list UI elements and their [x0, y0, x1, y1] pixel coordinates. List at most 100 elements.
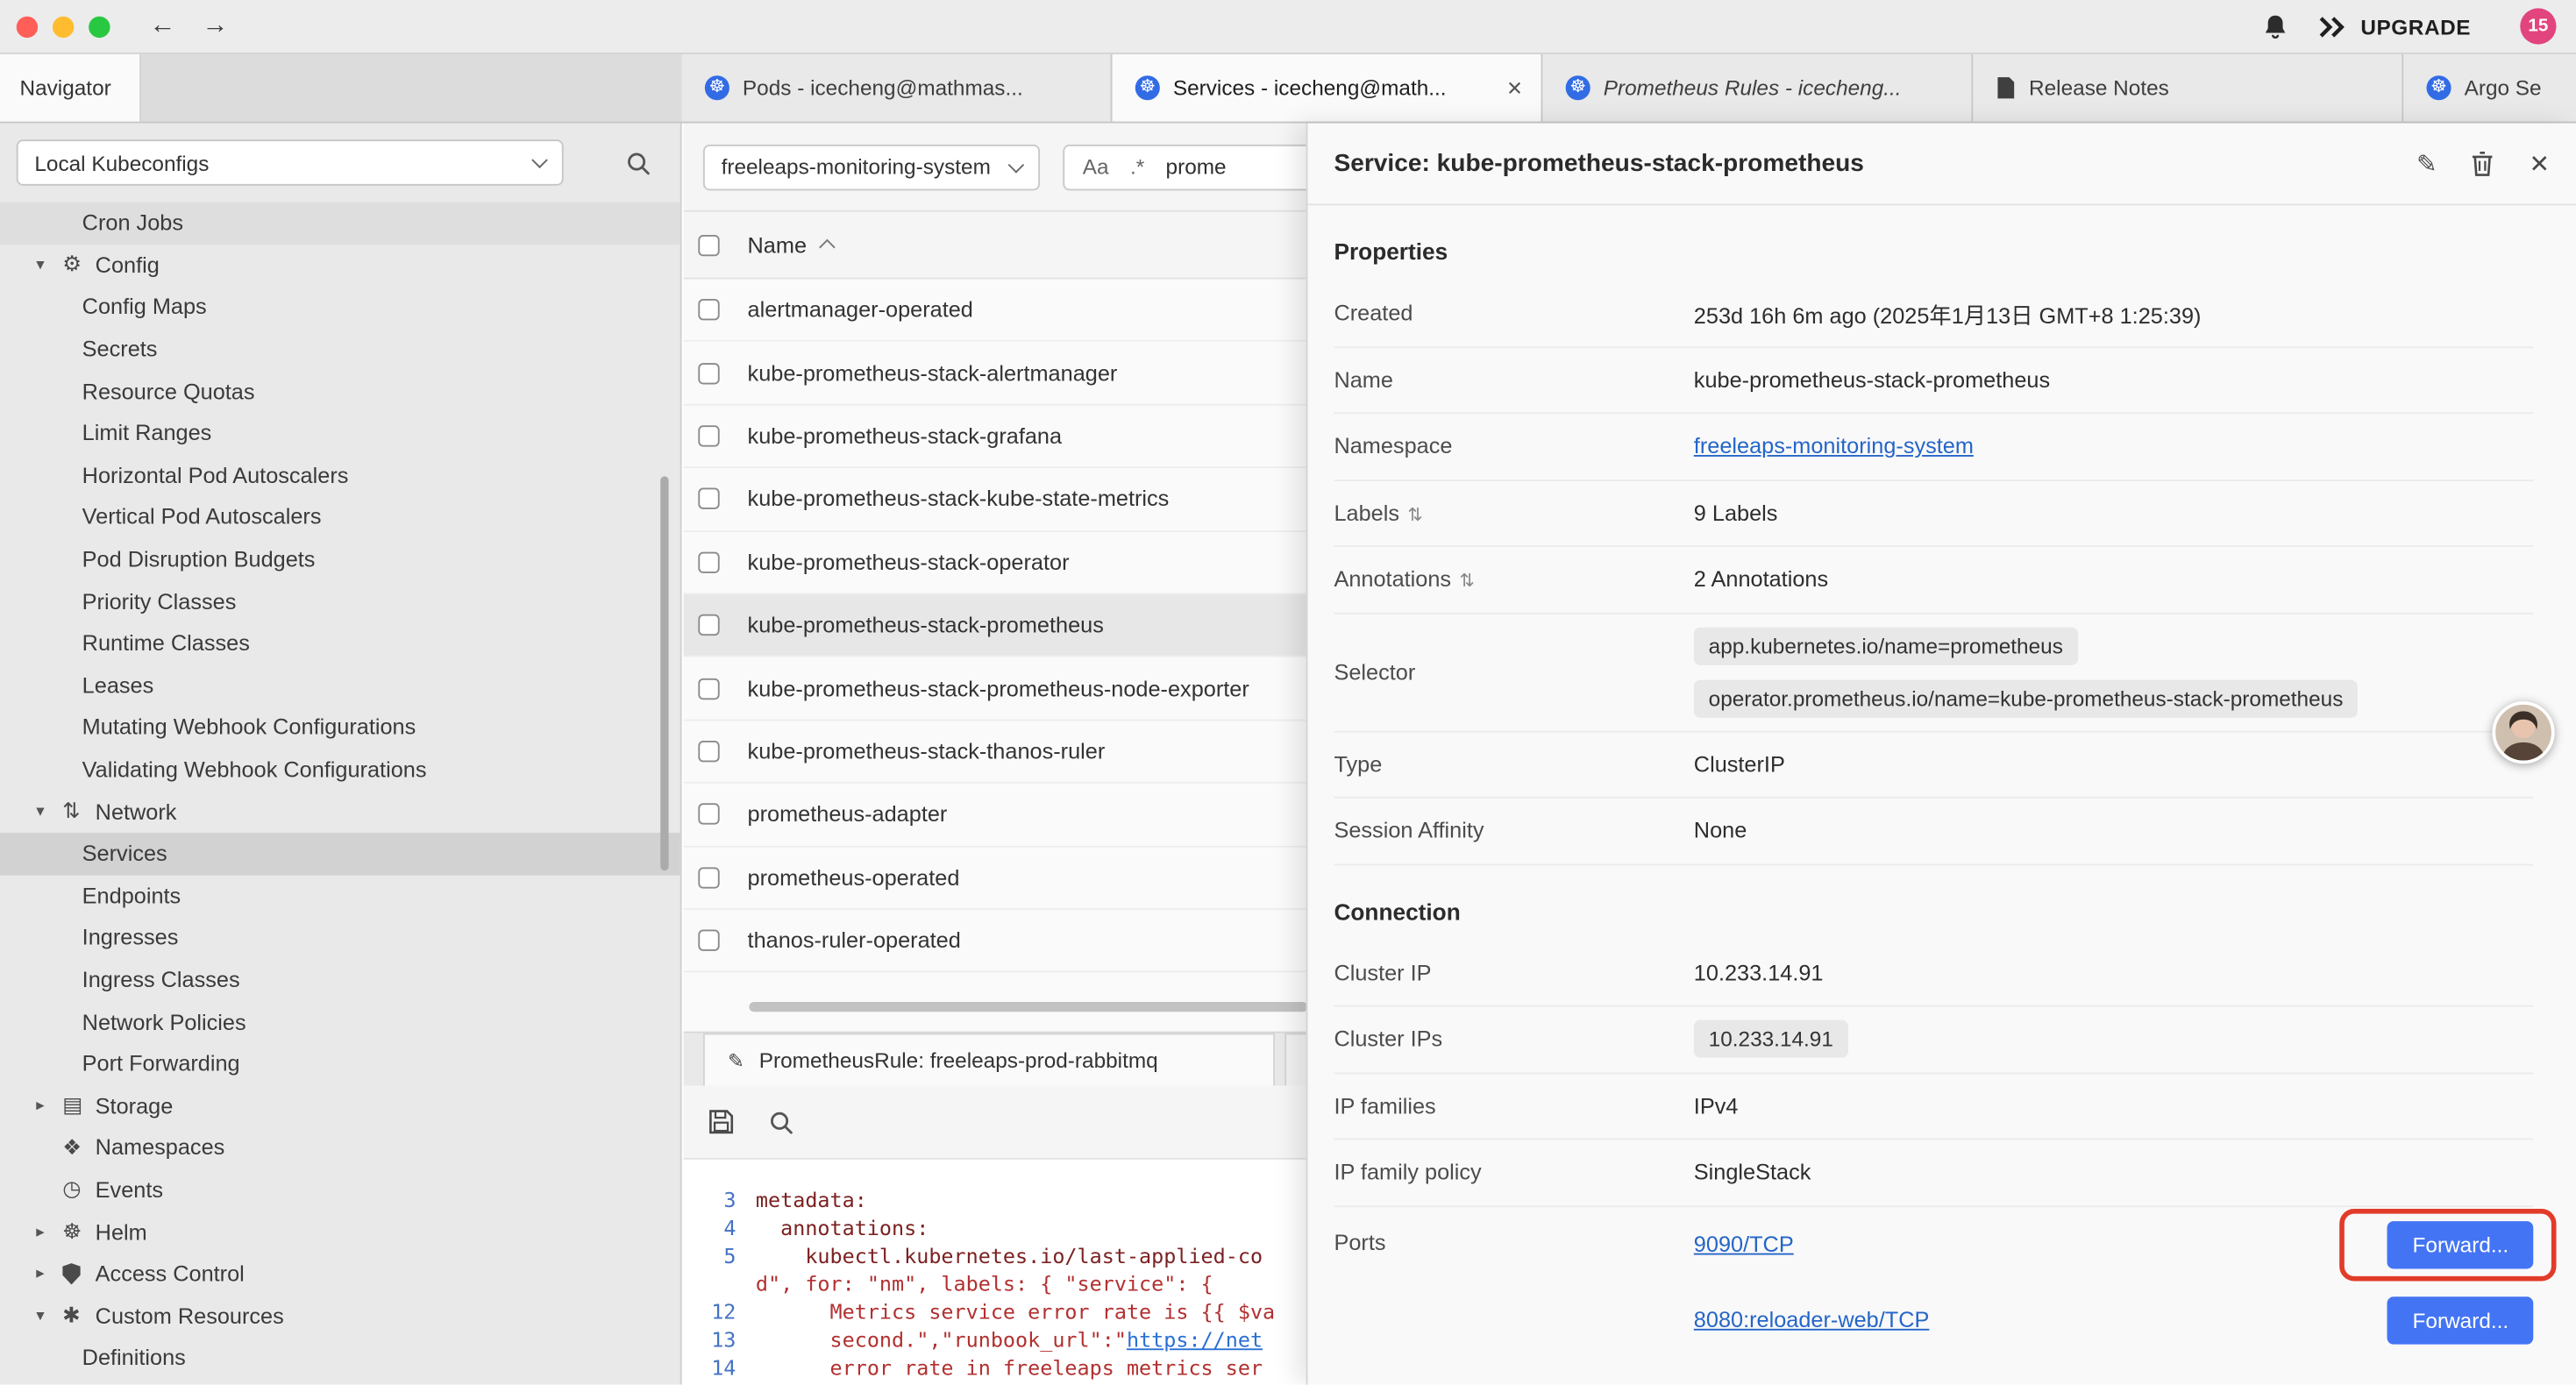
sidebar-item-runtime-classes[interactable]: Runtime Classes: [0, 622, 680, 664]
tab-prometheus-rules-icecheng[interactable]: ☸Prometheus Rules - icecheng...: [1542, 54, 1973, 122]
sidebar-item-port-forwarding[interactable]: Port Forwarding: [0, 1043, 680, 1085]
upgrade-button[interactable]: UPGRADE: [2318, 14, 2471, 39]
row-checkbox[interactable]: [698, 299, 719, 320]
sidebar-item-namespaces[interactable]: ❖Namespaces: [0, 1126, 680, 1168]
chevron-right-icon[interactable]: ▸: [36, 1223, 62, 1241]
sidebar-item-network[interactable]: ▾⇅Network: [0, 791, 680, 833]
sidebar-item-horizontal-pod-autoscalers[interactable]: Horizontal Pod Autoscalers: [0, 454, 680, 496]
close-window-button[interactable]: [17, 16, 38, 37]
chevron-right-icon[interactable]: ▸: [36, 1097, 62, 1115]
sort-toggle-icon[interactable]: ⇅: [1459, 572, 1474, 592]
notifications-bell-icon[interactable]: [2262, 12, 2288, 40]
close-icon[interactable]: ✕: [1506, 76, 1523, 99]
namespace-link[interactable]: freeleaps-monitoring-system: [1694, 434, 1974, 458]
sidebar-search-icon[interactable]: [626, 150, 651, 174]
row-checkbox[interactable]: [698, 614, 719, 636]
sidebar-item-label: Network: [96, 799, 177, 824]
detail-value: SingleStack: [1694, 1160, 2533, 1184]
tab-pods-icecheng-mathmas[interactable]: ☸Pods - icecheng@mathmas...: [682, 54, 1113, 122]
sidebar-item-ingress-classes[interactable]: Ingress Classes: [0, 959, 680, 1001]
row-checkbox[interactable]: [698, 488, 719, 509]
drawer-title: Service: kube-prometheus-stack-prometheu…: [1334, 150, 1863, 178]
sidebar-item-vertical-pod-autoscalers[interactable]: Vertical Pod Autoscalers: [0, 496, 680, 538]
save-icon[interactable]: [708, 1109, 735, 1135]
sidebar-item-config[interactable]: ▾⚙Config: [0, 244, 680, 286]
tab-argo-se[interactable]: ☸Argo Se: [2403, 54, 2576, 122]
chevron-down-icon[interactable]: ▾: [36, 803, 62, 821]
tab-release-notes[interactable]: Release Notes: [1973, 54, 2403, 122]
select-all-checkbox[interactable]: [698, 234, 719, 255]
maximize-window-button[interactable]: [89, 16, 110, 37]
edit-icon: ✎: [728, 1048, 744, 1071]
kubeconfig-selector[interactable]: Local Kubeconfigs: [17, 139, 564, 185]
detail-value: None: [1694, 819, 2533, 843]
kubernetes-icon: ☸: [705, 75, 729, 100]
chevron-down-icon[interactable]: ▾: [36, 256, 62, 274]
chevron-right-icon[interactable]: ▸: [36, 1265, 62, 1283]
row-checkbox[interactable]: [698, 425, 719, 446]
match-case-toggle[interactable]: Aa: [1083, 154, 1109, 179]
sidebar-item-storage[interactable]: ▸▤Storage: [0, 1085, 680, 1127]
editor-search-icon[interactable]: [769, 1110, 793, 1134]
detail-row-namespace: Namespacefreeleaps-monitoring-system: [1334, 414, 2533, 480]
row-checkbox[interactable]: [698, 741, 719, 762]
detail-value: 9 Labels: [1694, 501, 2533, 525]
back-button[interactable]: ←: [150, 11, 176, 41]
sidebar-item-label: Services: [0, 842, 167, 866]
row-checkbox[interactable]: [698, 362, 719, 383]
search-input[interactable]: [1166, 154, 1298, 179]
sidebar-item-definitions[interactable]: Definitions: [0, 1337, 680, 1379]
dock-tab-prometheusrule[interactable]: ✎ PrometheusRule: freeleaps-prod-rabbitm…: [703, 1033, 1275, 1086]
close-icon[interactable]: ✕: [2529, 149, 2550, 179]
service-name: kube-prometheus-stack-kube-state-metrics: [748, 487, 1170, 511]
port-forward-button[interactable]: Forward...: [2387, 1220, 2533, 1268]
regex-toggle[interactable]: .*: [1130, 154, 1144, 179]
row-checkbox[interactable]: [698, 804, 719, 825]
upgrade-label: UPGRADE: [2360, 14, 2471, 39]
sidebar-item-custom-resources[interactable]: ▾✱Custom Resources: [0, 1295, 680, 1337]
sidebar-item-label: Validating Webhook Configurations: [0, 757, 426, 782]
minimize-window-button[interactable]: [53, 16, 74, 37]
chevron-down-icon[interactable]: ▾: [36, 1307, 62, 1325]
row-checkbox[interactable]: [698, 930, 719, 951]
edit-icon[interactable]: ✎: [2416, 149, 2437, 179]
sort-toggle-icon[interactable]: ⇅: [1407, 506, 1422, 525]
port-link[interactable]: 8080:reloader-web/TCP: [1694, 1307, 1930, 1332]
navigator-panel-tab[interactable]: Navigator: [0, 54, 141, 122]
sort-ascending-icon[interactable]: [819, 239, 836, 256]
row-checkbox[interactable]: [698, 867, 719, 888]
port-link[interactable]: 9090/TCP: [1694, 1232, 1794, 1256]
sidebar-item-services[interactable]: Services: [0, 833, 680, 875]
namespace-selector[interactable]: freeleaps-monitoring-system: [703, 144, 1040, 189]
sidebar-item-label: Custom Resources: [96, 1303, 284, 1328]
sidebar-item-pod-disruption-budgets[interactable]: Pod Disruption Budgets: [0, 538, 680, 580]
sidebar-item-secrets[interactable]: Secrets: [0, 328, 680, 370]
custom-icon: ✱: [62, 1303, 95, 1329]
sidebar-item-access-control[interactable]: ▸Access Control: [0, 1253, 680, 1295]
row-checkbox[interactable]: [698, 551, 719, 572]
sidebar-item-limit-ranges[interactable]: Limit Ranges: [0, 412, 680, 454]
sidebar-item-endpoints[interactable]: Endpoints: [0, 875, 680, 917]
sidebar-item-events[interactable]: ◷Events: [0, 1168, 680, 1211]
trash-icon[interactable]: [2472, 150, 2494, 176]
forward-button[interactable]: →: [202, 11, 228, 41]
user-avatar[interactable]: [2492, 701, 2554, 764]
sidebar-item-cron-jobs[interactable]: Cron Jobs: [0, 202, 680, 244]
port-forward-button[interactable]: Forward...: [2387, 1296, 2533, 1343]
sidebar-item-network-policies[interactable]: Network Policies: [0, 1001, 680, 1043]
row-checkbox[interactable]: [698, 678, 719, 699]
sidebar-item-ingresses[interactable]: Ingresses: [0, 917, 680, 959]
sidebar-item-validating-webhook-configurations[interactable]: Validating Webhook Configurations: [0, 749, 680, 791]
sidebar-item-resource-quotas[interactable]: Resource Quotas: [0, 370, 680, 412]
name-column-header[interactable]: Name: [748, 232, 807, 257]
horizontal-scrollbar[interactable]: [749, 1002, 1307, 1012]
sidebar-item-leases[interactable]: Leases: [0, 664, 680, 707]
sidebar-item-config-maps[interactable]: Config Maps: [0, 286, 680, 328]
tab-services-icecheng-math[interactable]: ☸Services - icecheng@math...✕: [1113, 54, 1543, 122]
notification-count-badge[interactable]: 15: [2520, 8, 2556, 44]
sidebar-item-mutating-webhook-configurations[interactable]: Mutating Webhook Configurations: [0, 707, 680, 749]
sidebar-scrollbar[interactable]: [660, 476, 668, 870]
sidebar-item-priority-classes[interactable]: Priority Classes: [0, 580, 680, 622]
sidebar-item-label: Limit Ranges: [0, 421, 211, 445]
sidebar-item-helm[interactable]: ▸☸Helm: [0, 1211, 680, 1253]
